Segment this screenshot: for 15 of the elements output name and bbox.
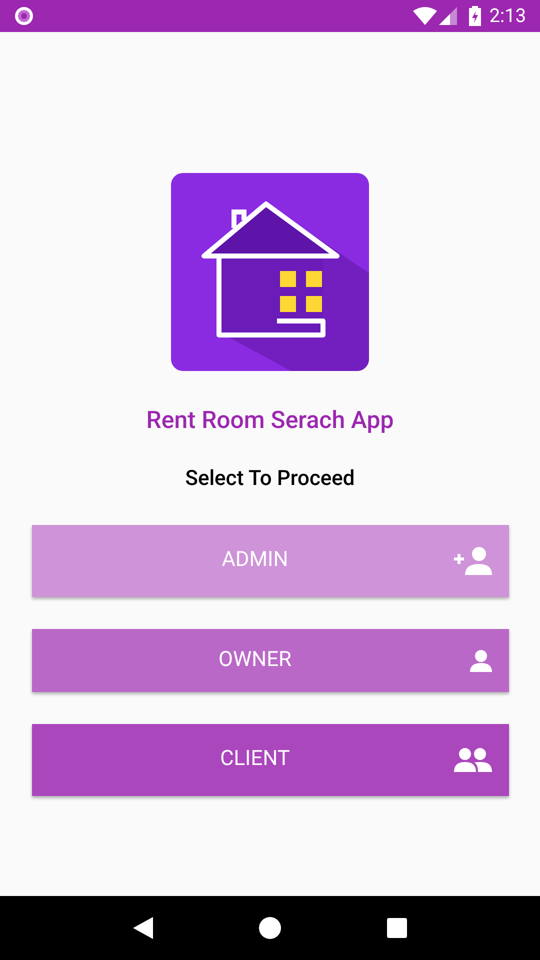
app-title: Rent Room Serach App [146, 405, 394, 436]
notification-icon [14, 6, 34, 26]
prompt-text: Select To Proceed [185, 466, 355, 493]
role-button[interactable]: ADMIN [32, 525, 508, 597]
role-button[interactable]: OWNER [32, 629, 508, 692]
clock-time: 2:13 [489, 2, 526, 29]
home-icon[interactable] [259, 917, 281, 939]
role-button[interactable]: CLIENT [32, 724, 508, 796]
back-icon[interactable] [133, 917, 153, 939]
battery-icon [469, 6, 482, 26]
signal-icon [439, 7, 458, 25]
person-icon [470, 650, 492, 672]
house-logo-icon [171, 173, 369, 371]
group-icon [454, 748, 492, 772]
add-person-icon [454, 547, 492, 575]
